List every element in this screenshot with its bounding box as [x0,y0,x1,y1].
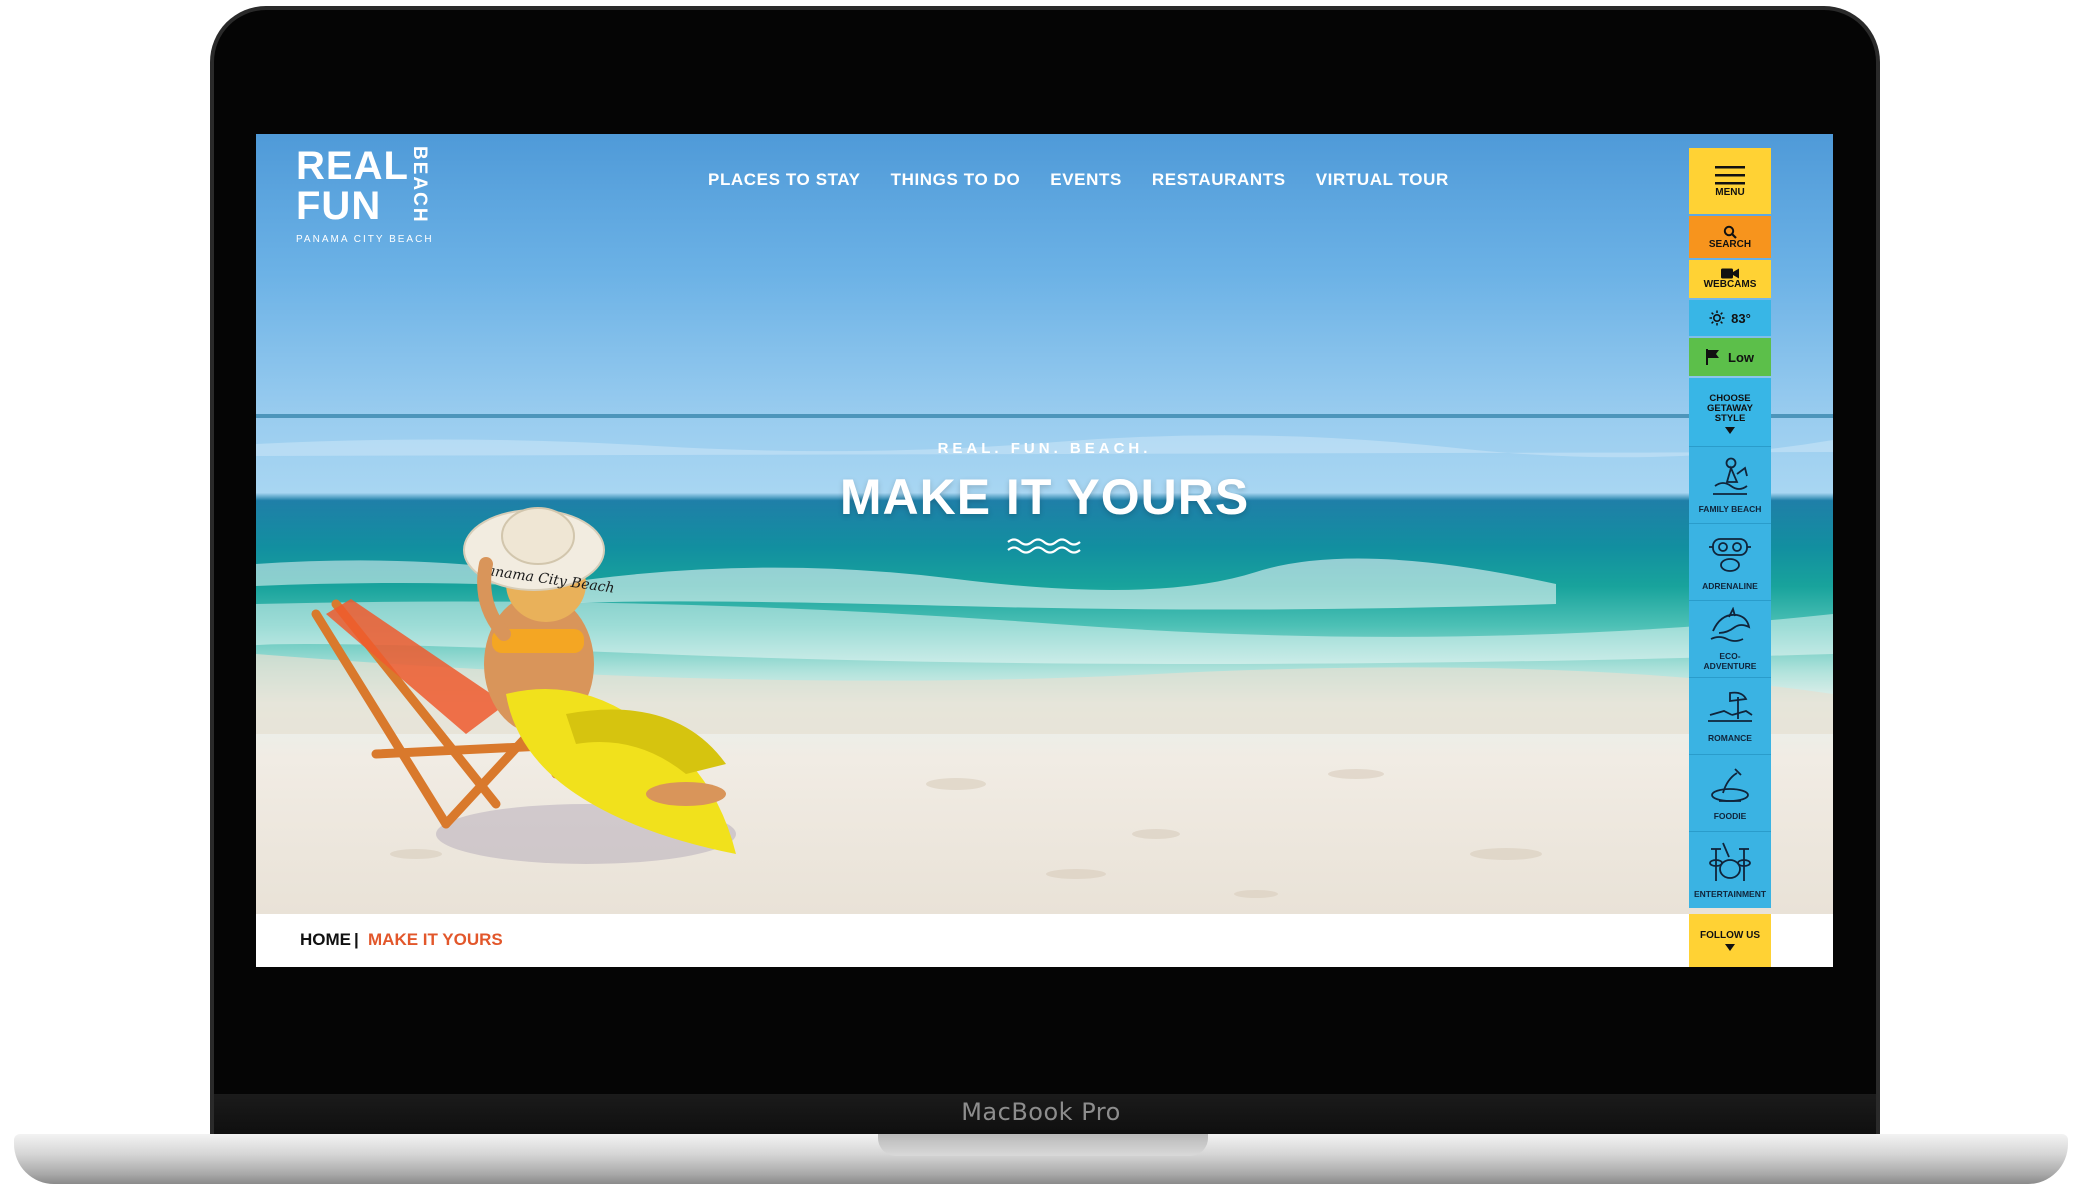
caret-down-icon [1725,944,1735,951]
family-beach-icon [1713,457,1748,495]
search-icon [1723,225,1737,239]
breadcrumb-home-link[interactable]: HOME [300,930,351,950]
getaway-romance[interactable]: ROMANCE [1689,677,1771,754]
dive-mask-icon [1709,538,1751,572]
nav-virtual-tour[interactable]: VIRTUAL TOUR [1316,170,1449,190]
hero-kicker: REAL. FUN. BEACH. [937,440,1152,457]
drum-kit-icon [1709,842,1751,881]
lounge-chairs-icon [1708,691,1753,722]
getaway-adrenaline[interactable]: ADRENALINE [1689,523,1771,600]
browser-viewport: Panama City Beach REAL FUN BEACH PANAMA … [256,134,1833,967]
logo-word-real: REAL [296,144,409,188]
getaway-foodie[interactable]: FOODIE [1689,754,1771,831]
getaway-romance-label: ROMANCE [1708,733,1752,743]
search-button[interactable]: SEARCH [1689,216,1771,258]
weather-button[interactable]: 83° [1689,300,1771,336]
getaway-eco-adventure-label: ECO-ADVENTURE [1703,651,1757,671]
flag-status: Low [1728,349,1754,365]
webcams-label: WEBCAMS [1703,279,1757,290]
nav-events[interactable]: EVENTS [1050,170,1122,190]
choose-getaway-style-button[interactable]: CHOOSE GETAWAY STYLE [1689,378,1771,446]
getaway-family-beach-label: FAMILY BEACH [1698,504,1762,514]
site-logo[interactable]: REAL FUN BEACH PANAMA CITY BEACH [296,146,446,256]
caret-down-icon [1725,427,1735,434]
nav-restaurants[interactable]: RESTAURANTS [1152,170,1286,190]
getaway-adrenaline-label: ADRENALINE [1702,581,1758,591]
main-nav: PLACES TO STAY THINGS TO DO EVENTS RESTA… [708,170,1449,190]
breadcrumb-current: MAKE IT YOURS [368,930,503,949]
device-label: MacBook Pro [961,1098,1121,1126]
nav-things-to-do[interactable]: THINGS TO DO [891,170,1021,190]
webcams-button[interactable]: WEBCAMS [1689,260,1771,298]
follow-us-label: FOLLOW US [1700,930,1760,941]
waves-icon [1007,538,1081,554]
getaway-entertainment-label: ENTERTAINMENT [1693,889,1767,899]
hamburger-icon [1715,165,1745,184]
getaway-label-line-3: STYLE [1714,413,1746,424]
getaway-style-list: FAMILY BEACH ADRENALINE ECO-ADVENTURE RO… [1689,446,1771,908]
getaway-family-beach[interactable]: FAMILY BEACH [1689,446,1771,523]
logo-subtitle: PANAMA CITY BEACH [296,234,434,245]
getaway-entertainment[interactable]: ENTERTAINMENT [1689,831,1771,908]
beach-flag-button[interactable]: Low [1689,338,1771,376]
menu-button[interactable]: MENU [1689,148,1771,214]
flag-icon [1706,349,1719,365]
temperature-value: 83° [1731,310,1751,326]
logo-word-beach: BEACH [409,146,430,224]
macbook-frame: Panama City Beach REAL FUN BEACH PANAMA … [0,0,2082,1187]
hero-title: MAKE IT YOURS [839,469,1250,525]
nav-places-to-stay[interactable]: PLACES TO STAY [708,170,861,190]
getaway-foodie-label: FOODIE [1713,811,1747,821]
getaway-eco-adventure[interactable]: ECO-ADVENTURE [1689,600,1771,677]
dolphin-icon [1710,607,1751,642]
hero-banner: Panama City Beach REAL FUN BEACH PANAMA … [256,134,1833,914]
menu-label: MENU [1715,186,1745,198]
breadcrumb-bar: HOME | MAKE IT YOURS FOLLOW US [256,914,1833,967]
breadcrumb-separator: | [354,930,359,949]
sun-icon [1709,310,1725,326]
side-toolbar: MENU SEARCH WEBCAMS 83° Low CHOOSE GETAW… [1689,148,1771,908]
follow-us-button[interactable]: FOLLOW US [1689,914,1771,967]
video-camera-icon [1721,268,1739,279]
search-label: SEARCH [1708,238,1752,250]
plate-icon [1711,768,1749,802]
logo-word-fun: FUN [296,184,382,228]
laptop-opening-notch [878,1134,1208,1156]
